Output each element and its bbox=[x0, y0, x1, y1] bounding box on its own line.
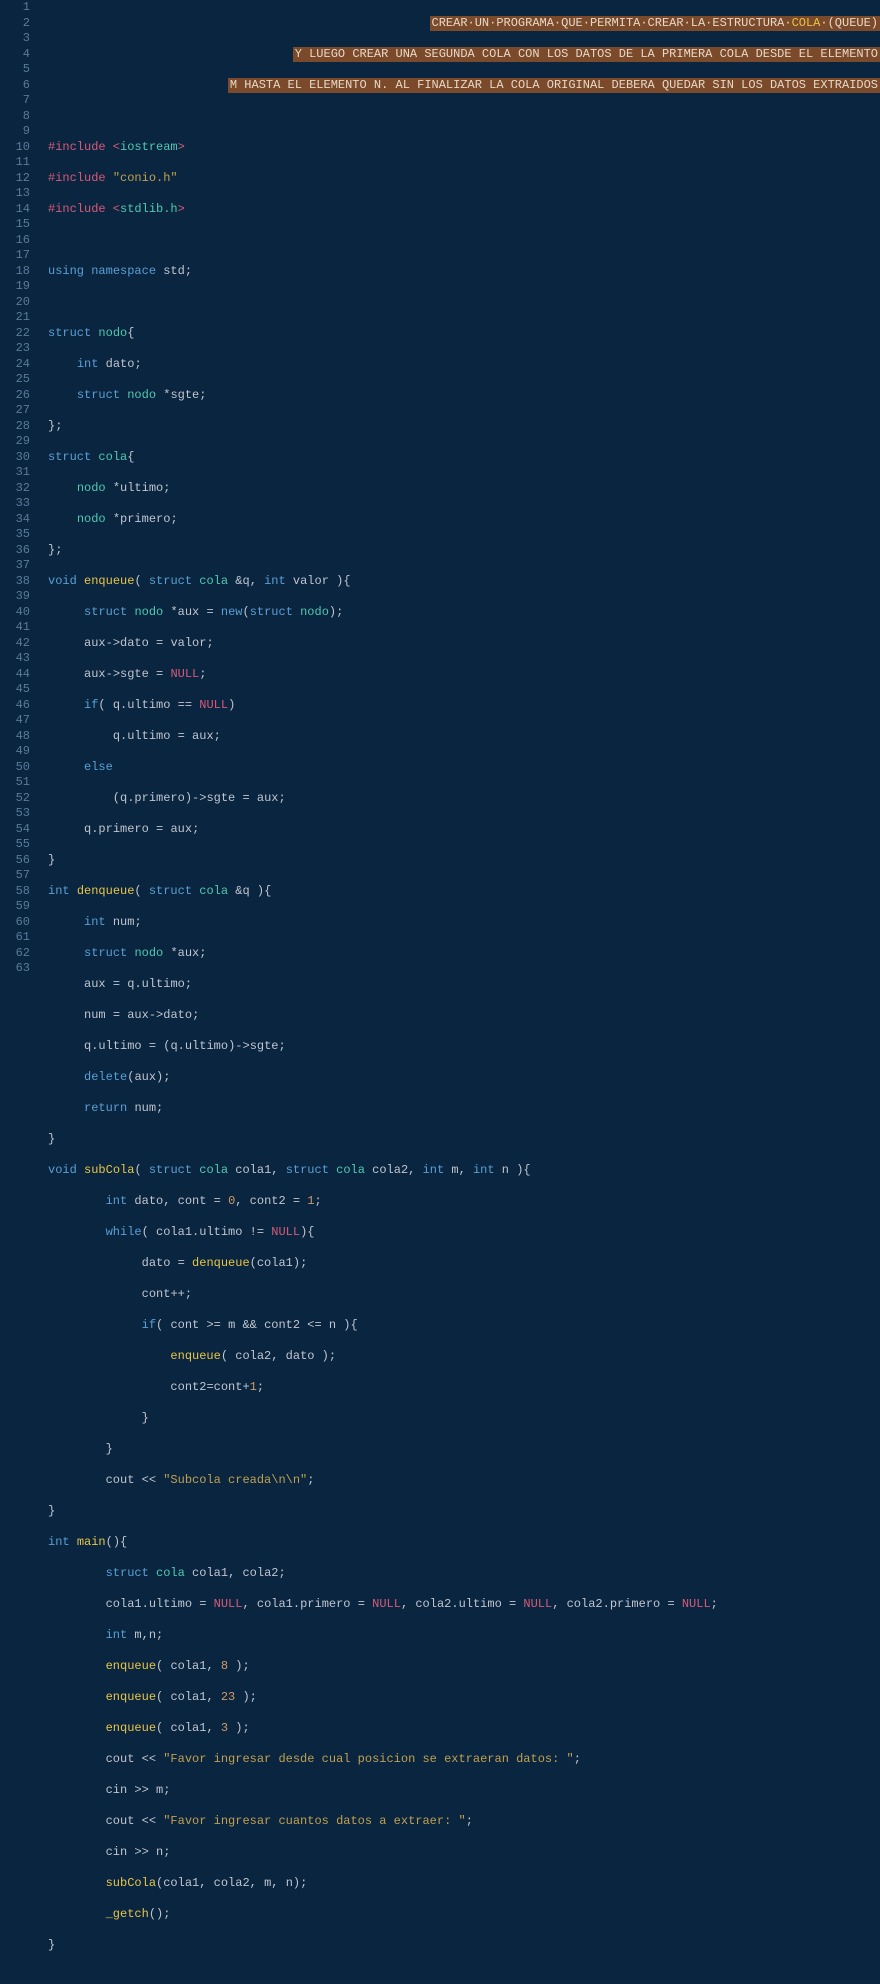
line-number: 19 bbox=[0, 279, 30, 295]
line-number: 57 bbox=[0, 868, 30, 884]
line-number: 61 bbox=[0, 930, 30, 946]
line-number: 10 bbox=[0, 140, 30, 156]
line-number: 12 bbox=[0, 171, 30, 187]
line-number: 17 bbox=[0, 248, 30, 264]
line-number: 22 bbox=[0, 326, 30, 342]
line-number: 45 bbox=[0, 682, 30, 698]
line-number: 2 bbox=[0, 16, 30, 32]
line-number: 26 bbox=[0, 388, 30, 404]
line-number: 50 bbox=[0, 760, 30, 776]
line-number: 18 bbox=[0, 264, 30, 280]
line-number: 24 bbox=[0, 357, 30, 373]
line-number: 40 bbox=[0, 605, 30, 621]
line-number: 49 bbox=[0, 744, 30, 760]
line-number: 59 bbox=[0, 899, 30, 915]
line-number: 39 bbox=[0, 589, 30, 605]
line-number: 31 bbox=[0, 465, 30, 481]
line-number: 38 bbox=[0, 574, 30, 590]
line-number: 58 bbox=[0, 884, 30, 900]
line-number: 14 bbox=[0, 202, 30, 218]
comment-line-3: M HASTA EL ELEMENTO N. AL FINALIZAR LA C… bbox=[228, 78, 880, 94]
line-number: 35 bbox=[0, 527, 30, 543]
line-number: 1 bbox=[0, 0, 30, 16]
line-number: 32 bbox=[0, 481, 30, 497]
line-number: 36 bbox=[0, 543, 30, 559]
line-number: 20 bbox=[0, 295, 30, 311]
line-number: 33 bbox=[0, 496, 30, 512]
line-number: 23 bbox=[0, 341, 30, 357]
line-number: 3 bbox=[0, 31, 30, 47]
line-number: 55 bbox=[0, 837, 30, 853]
line-number: 4 bbox=[0, 47, 30, 63]
line-number: 51 bbox=[0, 775, 30, 791]
line-number: 37 bbox=[0, 558, 30, 574]
line-number: 60 bbox=[0, 915, 30, 931]
line-number: 11 bbox=[0, 155, 30, 171]
line-number: 42 bbox=[0, 636, 30, 652]
line-number: 16 bbox=[0, 233, 30, 249]
line-number-gutter: 1234567891011121314151617181920212223242… bbox=[0, 0, 40, 1000]
line-number: 13 bbox=[0, 186, 30, 202]
line-number: 47 bbox=[0, 713, 30, 729]
line-number: 30 bbox=[0, 450, 30, 466]
line-number: 62 bbox=[0, 946, 30, 962]
line-number: 7 bbox=[0, 93, 30, 109]
comment-line-2: Y LUEGO CREAR UNA SEGUNDA COLA CON LOS D… bbox=[293, 47, 880, 63]
line-number: 41 bbox=[0, 620, 30, 636]
line-number: 8 bbox=[0, 109, 30, 125]
line-number: 21 bbox=[0, 310, 30, 326]
line-number: 44 bbox=[0, 667, 30, 683]
line-number: 43 bbox=[0, 651, 30, 667]
line-number: 52 bbox=[0, 791, 30, 807]
line-number: 27 bbox=[0, 403, 30, 419]
line-number: 63 bbox=[0, 961, 30, 977]
line-number: 56 bbox=[0, 853, 30, 869]
line-number: 6 bbox=[0, 78, 30, 94]
code-editor: 1234567891011121314151617181920212223242… bbox=[0, 0, 880, 1000]
line-number: 53 bbox=[0, 806, 30, 822]
line-number: 48 bbox=[0, 729, 30, 745]
comment-line-1: CREAR·UN·PROGRAMA·QUE·PERMITA·CREAR·LA·E… bbox=[430, 16, 880, 32]
code-area[interactable]: CREAR·UN·PROGRAMA·QUE·PERMITA·CREAR·LA·E… bbox=[40, 0, 880, 1000]
line-number: 54 bbox=[0, 822, 30, 838]
line-number: 34 bbox=[0, 512, 30, 528]
line-number: 15 bbox=[0, 217, 30, 233]
line-number: 25 bbox=[0, 372, 30, 388]
line-number: 5 bbox=[0, 62, 30, 78]
line-number: 46 bbox=[0, 698, 30, 714]
line-number: 28 bbox=[0, 419, 30, 435]
line-number: 29 bbox=[0, 434, 30, 450]
line-number: 9 bbox=[0, 124, 30, 140]
